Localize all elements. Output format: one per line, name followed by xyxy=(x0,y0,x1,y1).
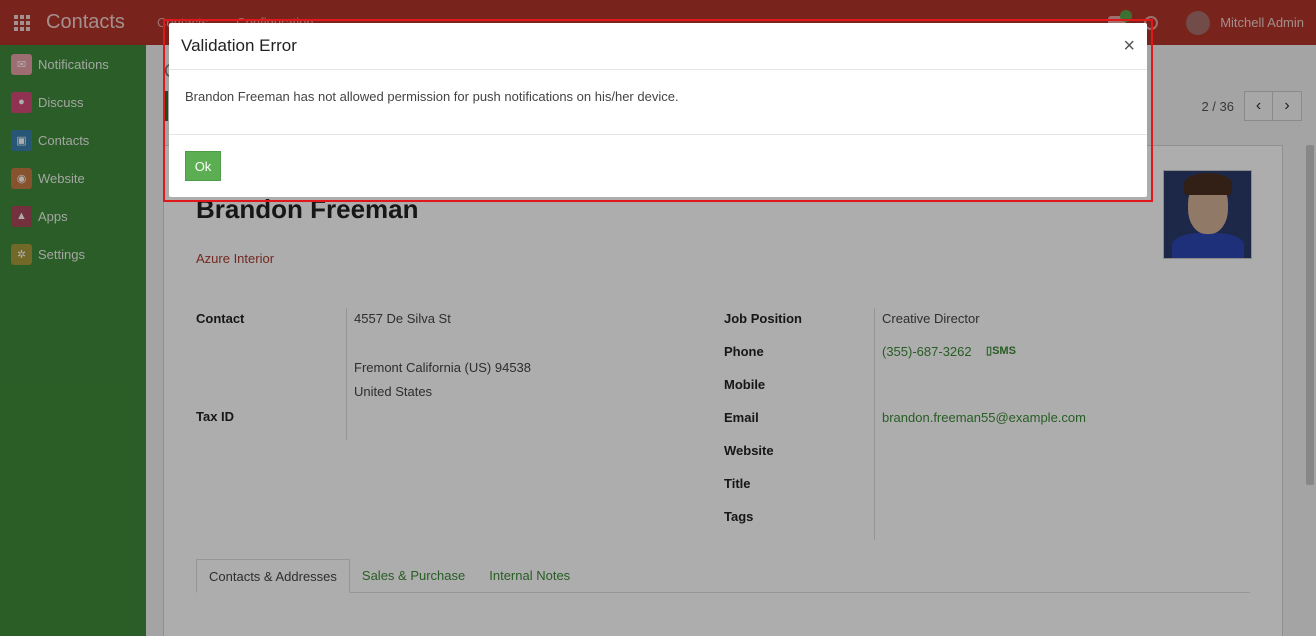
dialog-header: Validation Error × xyxy=(169,23,1147,70)
dialog-footer: Ok xyxy=(169,135,1147,181)
dialog-message: Brandon Freeman has not allowed permissi… xyxy=(185,89,679,104)
dialog-body: Brandon Freeman has not allowed permissi… xyxy=(169,70,1147,135)
close-icon[interactable]: × xyxy=(1123,36,1135,56)
dialog-title: Validation Error xyxy=(181,36,297,55)
validation-error-dialog: Validation Error × Brandon Freeman has n… xyxy=(169,23,1147,197)
ok-button[interactable]: Ok xyxy=(185,151,221,181)
